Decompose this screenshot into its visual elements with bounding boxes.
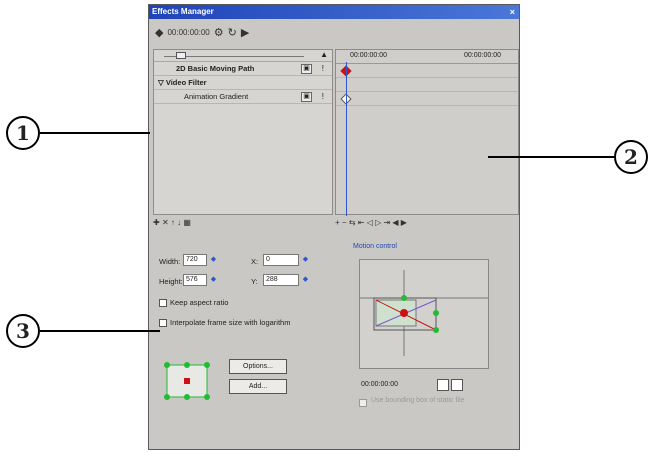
- motion-control-canvas[interactable]: [359, 259, 489, 369]
- link-icon[interactable]: ⇆: [349, 218, 356, 227]
- width-spinner-icon[interactable]: ◆: [209, 254, 218, 266]
- bounding-box-preview[interactable]: [163, 361, 211, 401]
- edge-handle[interactable]: [184, 394, 190, 400]
- effect-label: Animation Gradient: [184, 92, 249, 101]
- timeline-track[interactable]: [336, 92, 518, 106]
- scroll-left-icon[interactable]: ◀: [392, 218, 398, 227]
- add-icon[interactable]: ✚: [153, 218, 160, 227]
- next-keyframe-icon[interactable]: ▷: [375, 218, 381, 227]
- effect-row-animation-gradient[interactable]: Animation Gradient ▣ !: [154, 90, 332, 104]
- callout-2-leader: [488, 156, 614, 158]
- corner-handle[interactable]: [204, 362, 210, 368]
- timeline-pane: 00:00:00:00 00:00:00:00: [335, 49, 519, 216]
- y-label: Y:: [251, 277, 258, 286]
- width-input[interactable]: 720: [183, 254, 207, 266]
- height-input[interactable]: 576: [183, 274, 207, 286]
- group-label: ▽ Video Filter: [158, 78, 207, 87]
- effect-toggle-icon[interactable]: ▣: [301, 64, 312, 74]
- callout-2: 2: [614, 140, 648, 174]
- scroll-right-icon[interactable]: ▶: [401, 218, 407, 227]
- height-label: Height:: [159, 277, 183, 286]
- group-row-video-filter[interactable]: ▽ Video Filter: [154, 76, 332, 90]
- pin-icon[interactable]: !: [322, 90, 324, 104]
- ruler-start: 00:00:00:00: [350, 52, 387, 59]
- first-keyframe-icon[interactable]: ⇤: [358, 218, 365, 227]
- group-name: Video Filter: [165, 78, 207, 87]
- add-keyframe-icon[interactable]: +: [335, 218, 340, 227]
- x-input[interactable]: 0: [263, 254, 299, 266]
- effect-label: 2D Basic Moving Path: [176, 64, 255, 73]
- close-icon[interactable]: ×: [510, 5, 515, 19]
- move-down-icon[interactable]: ↓: [177, 218, 181, 227]
- window-title: Effects Manager: [152, 7, 214, 16]
- add-button[interactable]: Add...: [229, 379, 287, 394]
- effects-list-pane: ▲ 2D Basic Moving Path ▣ ! ▽ Video Filte…: [153, 49, 333, 215]
- center-handle[interactable]: [400, 309, 408, 317]
- motion-timecode: 00:00:00:00: [361, 381, 398, 388]
- width-label: Width:: [159, 257, 181, 266]
- edge-handle[interactable]: [433, 310, 439, 316]
- playhead[interactable]: [346, 62, 347, 216]
- options-button[interactable]: Options...: [229, 359, 287, 374]
- zoom-in-icon[interactable]: ▲: [320, 50, 328, 59]
- corner-handle[interactable]: [164, 394, 170, 400]
- timeline-track[interactable]: [336, 78, 518, 92]
- keep-aspect-label: Keep aspect ratio: [170, 298, 229, 307]
- prev-keyframe-icon[interactable]: ◁: [367, 218, 373, 227]
- remove-keyframe-icon[interactable]: −: [342, 218, 347, 227]
- delete-icon[interactable]: ✕: [162, 218, 169, 227]
- toolbar-timecode: 00:00:00:00: [167, 27, 210, 37]
- bounding-box-label: Use bounding box of static file: [371, 397, 465, 404]
- effect-row-moving-path[interactable]: 2D Basic Moving Path ▣ !: [154, 62, 332, 76]
- effect-settings-icon[interactable]: ⚙: [214, 26, 224, 39]
- keyframe-nav-icon[interactable]: ◆: [155, 26, 163, 39]
- loop-icon[interactable]: ↻: [228, 26, 237, 39]
- play-icon[interactable]: ▶: [241, 26, 249, 39]
- callout-3-leader: [40, 330, 160, 332]
- motion-preview: [360, 270, 488, 356]
- interpolate-checkbox[interactable]: [159, 319, 167, 327]
- edge-handle[interactable]: [401, 295, 407, 301]
- source-frame: [375, 299, 417, 327]
- callout-3: 3: [6, 314, 40, 348]
- properties-panel: Width: 720 ◆ Height: 576 ◆ X: 0 ◆ Y: 288…: [153, 231, 519, 407]
- move-up-icon[interactable]: ↑: [171, 218, 175, 227]
- effect-toggle-icon[interactable]: ▣: [301, 92, 312, 102]
- interpolate-label: Interpolate frame size with logarithm: [170, 318, 291, 327]
- toolbar: ◆ 00:00:00:00 ⚙ ↻ ▶: [151, 21, 517, 43]
- timeline-ruler[interactable]: 00:00:00:00 00:00:00:00: [336, 50, 518, 64]
- corner-handle[interactable]: [433, 327, 439, 333]
- ruler-end: 00:00:00:00: [464, 52, 501, 59]
- height-spinner-icon[interactable]: ◆: [209, 274, 218, 286]
- list-toolbar: ✚ ✕ ↑ ↓ ▦: [153, 217, 333, 229]
- keep-aspect-checkbox[interactable]: [159, 299, 167, 307]
- y-input[interactable]: 288: [263, 274, 299, 286]
- pin-icon[interactable]: !: [322, 62, 324, 76]
- title-bar: Effects Manager ×: [149, 5, 519, 19]
- fit-icon[interactable]: [437, 379, 449, 391]
- timeline-toolbar: + − ⇆ ⇤ ◁ ▷ ⇥ ◀ ▶: [335, 217, 519, 229]
- corner-handle[interactable]: [204, 394, 210, 400]
- callout-1-leader: [40, 132, 150, 134]
- x-spinner-icon[interactable]: ◆: [301, 254, 310, 266]
- reset-icon[interactable]: [451, 379, 463, 391]
- motion-control-title: Motion control: [353, 243, 397, 250]
- grid-icon[interactable]: ▦: [183, 218, 191, 227]
- corner-handle[interactable]: [164, 362, 170, 368]
- preview-center-handle[interactable]: [184, 378, 190, 384]
- timeline-track[interactable]: [336, 64, 518, 78]
- bounding-box-checkbox[interactable]: [359, 399, 367, 407]
- x-label: X:: [251, 257, 259, 266]
- zoom-knob[interactable]: [176, 52, 186, 59]
- effects-manager-window: Effects Manager × ◆ 00:00:00:00 ⚙ ↻ ▶ ▲ …: [148, 4, 520, 450]
- y-spinner-icon[interactable]: ◆: [301, 274, 310, 286]
- edge-handle[interactable]: [184, 362, 190, 368]
- zoom-slider[interactable]: ▲: [154, 50, 332, 62]
- last-keyframe-icon[interactable]: ⇥: [383, 218, 390, 227]
- callout-1: 1: [6, 116, 40, 150]
